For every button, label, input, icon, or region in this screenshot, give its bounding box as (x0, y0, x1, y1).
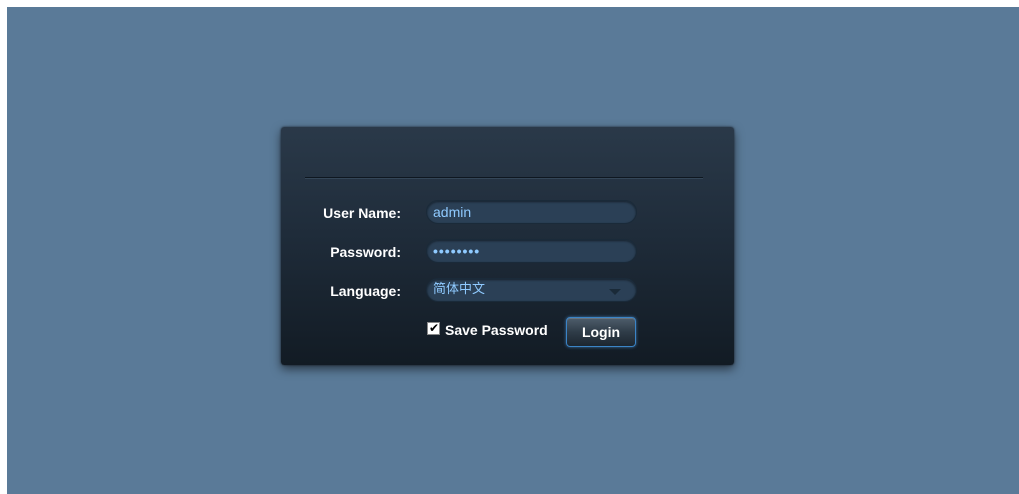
login-panel: User Name: Password: Language: 简体中文 ✔ Sa… (281, 127, 734, 365)
chevron-down-icon[interactable] (609, 289, 621, 295)
username-input[interactable] (427, 201, 613, 223)
password-field[interactable] (426, 239, 637, 263)
save-password-label[interactable]: Save Password (445, 323, 548, 337)
language-selected-value: 简体中文 (433, 282, 486, 297)
login-button[interactable]: Login (566, 317, 636, 347)
password-input[interactable] (427, 240, 613, 262)
username-field[interactable] (426, 200, 637, 224)
language-select[interactable]: 简体中文 (426, 278, 637, 302)
panel-divider (305, 177, 703, 179)
language-label: Language: (330, 283, 401, 299)
save-password-checkbox[interactable]: ✔ (427, 321, 440, 335)
password-label: Password: (330, 244, 401, 260)
username-label: User Name: (323, 205, 401, 221)
checkmark-icon: ✔ (429, 321, 440, 335)
